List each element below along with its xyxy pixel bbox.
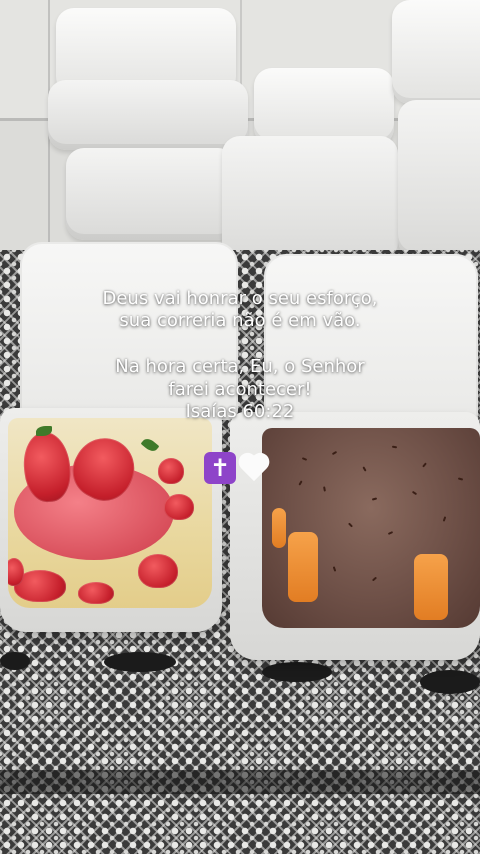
chocolate-sprinkle (301, 457, 308, 461)
lace-shadow-band (0, 770, 480, 794)
chocolate-sprinkle (391, 445, 398, 449)
chocolate-sprinkle (422, 462, 427, 468)
caption-line-4: farei acontecer! (168, 379, 312, 400)
chocolate-sprinkle (323, 486, 326, 492)
foam-box-mid-center (222, 136, 398, 266)
lace-hole (262, 662, 332, 682)
strawberry (158, 458, 184, 484)
peach-slice (288, 532, 318, 602)
caption-line-2: sua correria não é em vão. (119, 310, 361, 331)
chocolate-sprinkle (457, 477, 464, 481)
strawberry (78, 582, 114, 604)
chocolate-sprinkle (331, 450, 338, 456)
foam-box-mid-right (398, 100, 480, 258)
chocolate-sprinkle (442, 516, 447, 522)
chocolate-sprinkle (371, 576, 378, 582)
chocolate-sprinkle (362, 466, 367, 472)
strawberry-dessert (8, 418, 212, 608)
lace-hole (104, 652, 176, 672)
caption-line-3: Na hora certa, Eu, o Senhor (115, 356, 365, 377)
chocolate-sprinkle (348, 522, 353, 528)
white-heart-icon (238, 452, 272, 484)
foam-box-back-center-lid (254, 68, 394, 146)
chocolate-sprinkle (332, 566, 337, 572)
foam-box-back-left (48, 80, 248, 150)
caption-verse-reference: Isaías 60:22 (185, 401, 295, 422)
chocolate-sprinkle (387, 531, 394, 535)
chocolate-sprinkle (371, 497, 378, 501)
lace-hole (420, 670, 480, 694)
chocolate-sprinkle (298, 480, 303, 486)
story-photo: Deus vai honrar o seu esforço, sua corre… (0, 0, 480, 854)
latin-cross-icon: ✝ (204, 452, 236, 484)
foam-box-back-right-lid (392, 0, 480, 104)
chocolate-dessert (262, 428, 480, 628)
emoji-row: ✝ (204, 452, 272, 484)
strawberry (8, 558, 24, 586)
foam-box-mid-left (66, 148, 236, 240)
caption-line-1: Deus vai honrar o seu esforço, (102, 288, 378, 309)
strawberry (138, 554, 178, 588)
chocolate-sprinkle (411, 490, 418, 496)
lace-hole (0, 652, 30, 670)
mint-leaf (140, 436, 160, 454)
strawberry (164, 494, 194, 520)
peach-slice (272, 508, 286, 548)
peach-slice (414, 554, 448, 620)
